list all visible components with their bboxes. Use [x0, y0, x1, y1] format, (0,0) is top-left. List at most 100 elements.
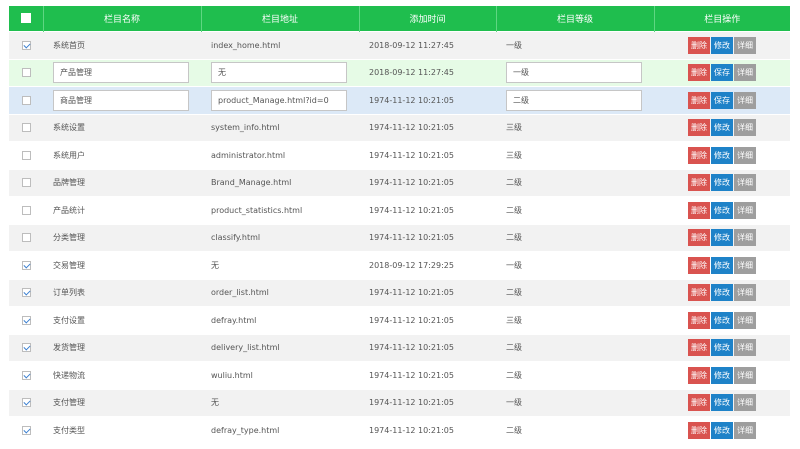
detail-button[interactable]: 详细: [734, 284, 756, 302]
header-time[interactable]: 添加时间: [358, 6, 496, 32]
row-level: 二级: [496, 416, 654, 444]
delete-button[interactable]: 删除: [688, 174, 710, 192]
modify-button[interactable]: 修改: [711, 394, 733, 412]
row-name: 产品统计: [43, 196, 201, 224]
row-checkbox[interactable]: [21, 205, 31, 215]
row-actions: 删除 修改 详细: [654, 361, 790, 389]
row-actions: 删除 修改 详细: [654, 306, 790, 334]
row-actions: 删除 修改 详细: [654, 388, 790, 417]
level-input[interactable]: [506, 62, 642, 84]
url-input[interactable]: [211, 62, 347, 84]
row-checkbox[interactable]: [21, 260, 31, 270]
row-checkbox[interactable]: [21, 68, 31, 78]
modify-button[interactable]: 修改: [711, 36, 733, 54]
modify-button[interactable]: 修改: [711, 256, 733, 274]
delete-button[interactable]: 删除: [688, 36, 710, 54]
row-checkbox[interactable]: [21, 150, 31, 160]
delete-button[interactable]: 删除: [688, 421, 710, 439]
detail-button[interactable]: 详细: [734, 229, 756, 247]
modify-button[interactable]: 修改: [711, 119, 733, 137]
detail-button[interactable]: 详细: [734, 36, 756, 54]
delete-button[interactable]: 删除: [688, 256, 710, 274]
detail-button[interactable]: 详细: [734, 394, 756, 412]
select-all-checkbox[interactable]: [20, 13, 31, 24]
save-button[interactable]: 保存: [711, 91, 733, 109]
url-input[interactable]: [211, 89, 347, 111]
modify-button[interactable]: 修改: [711, 366, 733, 384]
row-url: order_list.html: [201, 278, 359, 307]
level-input[interactable]: [506, 89, 642, 111]
row-url: delivery_list.html: [201, 333, 359, 362]
modify-button[interactable]: 修改: [711, 421, 733, 439]
row-time: 2018-09-12 11:27:45: [359, 58, 496, 87]
detail-button[interactable]: 详细: [734, 256, 756, 274]
row-actions: 删除 修改 详细: [654, 278, 790, 307]
row-actions: 删除 修改 详细: [654, 223, 790, 252]
detail-button[interactable]: 详细: [734, 421, 756, 439]
table-row: 订单列表 order_list.html 1974-11-12 10:21:05…: [9, 278, 790, 307]
detail-button[interactable]: 详细: [734, 174, 756, 192]
row-level: 二级: [496, 223, 654, 252]
delete-button[interactable]: 删除: [688, 64, 710, 82]
delete-button[interactable]: 删除: [688, 284, 710, 302]
row-time: 1974-11-12 10:21:05: [359, 196, 496, 224]
row-level: 三级: [496, 141, 654, 169]
modify-button[interactable]: 修改: [711, 174, 733, 192]
row-checkbox[interactable]: [21, 123, 31, 133]
delete-button[interactable]: 删除: [688, 229, 710, 247]
save-button[interactable]: 保存: [711, 64, 733, 82]
row-url: product_statistics.html: [201, 196, 359, 224]
header-level[interactable]: 栏目等级: [495, 6, 654, 32]
header-ops: 栏目操作: [653, 6, 790, 32]
row-checkbox[interactable]: [21, 178, 31, 188]
detail-button[interactable]: 详细: [734, 201, 756, 219]
row-name: 支付类型: [43, 416, 201, 444]
row-time: 1974-11-12 10:21:05: [359, 223, 496, 252]
row-checkbox[interactable]: [21, 40, 31, 50]
modify-button[interactable]: 修改: [711, 229, 733, 247]
detail-button[interactable]: 详细: [734, 311, 756, 329]
modify-button[interactable]: 修改: [711, 284, 733, 302]
table-row: 支付类型 defray_type.html 1974-11-12 10:21:0…: [9, 416, 790, 444]
delete-button[interactable]: 删除: [688, 394, 710, 412]
row-name: 发货管理: [43, 333, 201, 362]
row-checkbox[interactable]: [21, 233, 31, 243]
modify-button[interactable]: 修改: [711, 146, 733, 164]
detail-button[interactable]: 详细: [734, 339, 756, 357]
delete-button[interactable]: 删除: [688, 366, 710, 384]
row-name: 交易管理: [43, 251, 201, 279]
row-actions: 删除 修改 详细: [654, 31, 790, 59]
modify-button[interactable]: 修改: [711, 339, 733, 357]
delete-button[interactable]: 删除: [688, 311, 710, 329]
header-name[interactable]: 栏目名称: [42, 6, 201, 32]
modify-button[interactable]: 修改: [711, 311, 733, 329]
row-checkbox[interactable]: [21, 315, 31, 325]
name-input[interactable]: [53, 89, 189, 111]
detail-button[interactable]: 详细: [734, 146, 756, 164]
detail-button[interactable]: 详细: [734, 91, 756, 109]
delete-button[interactable]: 删除: [688, 119, 710, 137]
header-url[interactable]: 栏目地址: [200, 6, 359, 32]
row-time: 1974-11-12 10:21:05: [359, 333, 496, 362]
delete-button[interactable]: 删除: [688, 339, 710, 357]
table-row: 支付管理 无 1974-11-12 10:21:05 一级 删除 修改 详细: [9, 388, 790, 417]
detail-button[interactable]: 详细: [734, 119, 756, 137]
row-checkbox[interactable]: [21, 95, 31, 105]
row-checkbox[interactable]: [21, 425, 31, 435]
detail-button[interactable]: 详细: [734, 64, 756, 82]
row-checkbox[interactable]: [21, 370, 31, 380]
row-checkbox[interactable]: [21, 343, 31, 353]
detail-button[interactable]: 详细: [734, 366, 756, 384]
row-level: 一级: [496, 251, 654, 279]
row-time: 1974-11-12 10:21:05: [359, 306, 496, 334]
delete-button[interactable]: 删除: [688, 146, 710, 164]
modify-button[interactable]: 修改: [711, 201, 733, 219]
delete-button[interactable]: 删除: [688, 201, 710, 219]
row-name: 品牌管理: [43, 168, 201, 197]
row-time: 1974-11-12 10:21:05: [359, 168, 496, 197]
row-checkbox[interactable]: [21, 288, 31, 298]
row-checkbox[interactable]: [21, 398, 31, 408]
table-row: 系统设置 system_info.html 1974-11-12 10:21:0…: [9, 113, 790, 142]
name-input[interactable]: [53, 62, 189, 84]
delete-button[interactable]: 删除: [688, 91, 710, 109]
